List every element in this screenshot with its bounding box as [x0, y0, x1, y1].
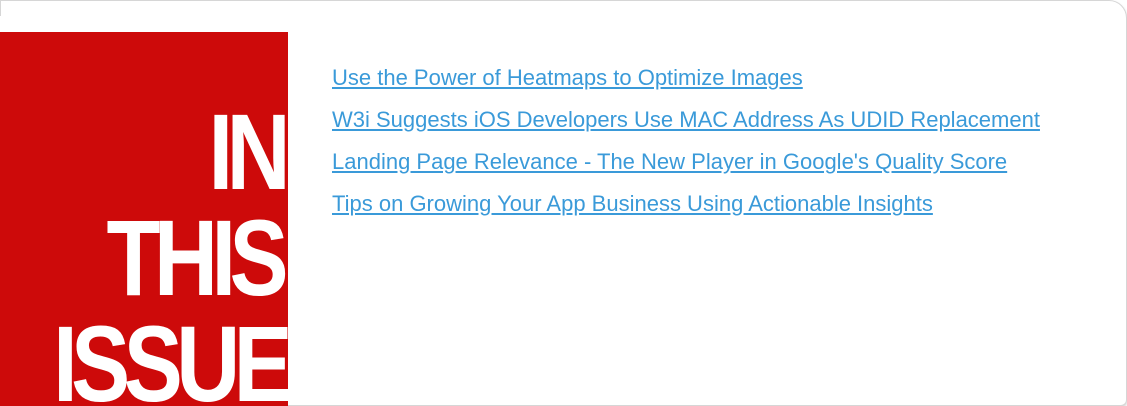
in-this-issue-banner: IN THIS ISSUE: [0, 16, 288, 406]
list-item: Tips on Growing Your App Business Using …: [332, 190, 1092, 217]
article-link-w3i-udid[interactable]: W3i Suggests iOS Developers Use MAC Addr…: [332, 106, 1092, 133]
article-link-app-business[interactable]: Tips on Growing Your App Business Using …: [332, 190, 1092, 217]
article-list: Use the Power of Heatmaps to Optimize Im…: [332, 64, 1092, 217]
banner-word-this: THIS: [106, 197, 288, 318]
list-item: Use the Power of Heatmaps to Optimize Im…: [332, 64, 1092, 91]
article-link-landing-page[interactable]: Landing Page Relevance - The New Player …: [332, 148, 1092, 175]
list-item: Landing Page Relevance - The New Player …: [332, 148, 1092, 175]
banner-word-issue: ISSUE: [53, 303, 288, 406]
newsletter-panel: IN THIS ISSUE Use the Power of Heatmaps …: [0, 0, 1127, 406]
list-item: W3i Suggests iOS Developers Use MAC Addr…: [332, 106, 1092, 133]
banner-word-in: IN: [208, 91, 288, 212]
article-link-heatmaps[interactable]: Use the Power of Heatmaps to Optimize Im…: [332, 64, 1092, 91]
